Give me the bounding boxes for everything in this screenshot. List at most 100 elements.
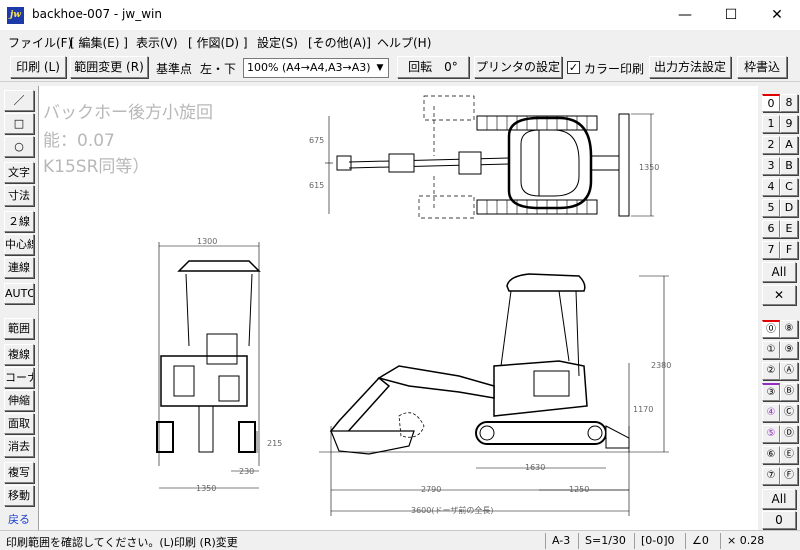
tool-copy[interactable]: 複写 <box>4 462 34 483</box>
status-angle[interactable]: ∠0 <box>692 534 709 547</box>
tool-move[interactable]: 移動 <box>4 485 34 506</box>
tool-double-line[interactable]: ２線 <box>4 211 34 232</box>
layer-group-e[interactable]: E <box>780 220 798 238</box>
menu-settings[interactable]: 設定(S) <box>257 34 298 51</box>
dim-1350-width: 1350 <box>196 484 216 493</box>
tool-center-line[interactable]: 中心線 <box>4 234 34 255</box>
layer-0[interactable]: ⓪ <box>762 320 780 338</box>
tool-dimension[interactable]: 寸法 <box>4 185 34 206</box>
base-point-label: 基準点 <box>156 62 193 76</box>
layer-group-9[interactable]: 9 <box>780 115 798 133</box>
menu-edit[interactable]: [ 編集(E) ] <box>70 34 128 51</box>
tool-offset[interactable]: 複線 <box>4 344 34 365</box>
layer-group-c[interactable]: C <box>780 178 798 196</box>
layer-2[interactable]: ② <box>762 362 780 380</box>
layer-group-4[interactable]: 4 <box>762 178 780 196</box>
menu-view[interactable]: 表示(V) <box>136 34 178 51</box>
status-message: 印刷範囲を確認してください。(L)印刷 (R)変更 <box>6 536 238 549</box>
layer-e[interactable]: Ⓔ <box>780 446 798 464</box>
layer-group-7[interactable]: 7 <box>762 241 780 259</box>
cad-drawing: 675 615 1350 1300 215 230 1350 2380 1170… <box>156 95 671 516</box>
dim-1350-side: 1350 <box>639 163 659 172</box>
chevron-down-icon[interactable]: ▼ <box>372 59 388 77</box>
dim-230: 230 <box>239 467 254 476</box>
layer-group-close-icon[interactable]: ✕ <box>762 285 796 305</box>
layer-b[interactable]: Ⓑ <box>780 383 798 401</box>
tool-chamfer[interactable]: 面取 <box>4 413 34 434</box>
menu-file[interactable]: ファイル(F) <box>8 34 72 51</box>
range-change-button[interactable]: 範囲変更 (R) <box>70 56 148 78</box>
layer-8[interactable]: ⑧ <box>780 320 798 338</box>
status-scale[interactable]: S=1/30 <box>585 534 626 547</box>
layer-zero-button[interactable]: 0 <box>762 511 796 529</box>
layer-d[interactable]: Ⓓ <box>780 425 798 443</box>
layer-f[interactable]: Ⓕ <box>780 467 798 485</box>
status-bar: 印刷範囲を確認してください。(L)印刷 (R)変更 A-3 S=1/30 [0-… <box>0 530 800 550</box>
status-divider <box>545 533 546 549</box>
layer-group-a[interactable]: A <box>780 136 798 154</box>
layer-group-5[interactable]: 5 <box>762 199 780 217</box>
layer-6[interactable]: ⑥ <box>762 446 780 464</box>
tool-rectangle[interactable]: □ <box>4 113 34 134</box>
minimize-button[interactable]: — <box>662 0 708 30</box>
status-paper[interactable]: A-3 <box>552 534 570 547</box>
tool-corner[interactable]: コーナー <box>4 367 34 388</box>
output-method-button[interactable]: 出力方法設定 <box>649 56 731 78</box>
frame-write-button[interactable]: 枠書込 <box>737 56 787 78</box>
drawing-canvas[interactable]: バックホー後方小旋回 能：0.07 K15SR同等） 675 615 1350 … <box>38 86 758 530</box>
layer-group-all-button[interactable]: All <box>762 262 796 282</box>
tool-stretch[interactable]: 伸縮 <box>4 390 34 411</box>
dim-215: 215 <box>267 439 282 448</box>
status-layer[interactable]: [0-0]0 <box>641 534 675 547</box>
side-view-excavator <box>319 273 669 516</box>
close-button[interactable]: ✕ <box>754 0 800 30</box>
color-print-label: カラー印刷 <box>584 62 645 76</box>
tool-connect-line[interactable]: 連線 <box>4 257 34 278</box>
layer-7[interactable]: ⑦ <box>762 467 780 485</box>
tool-line[interactable]: ／ <box>4 90 34 111</box>
tool-auto[interactable]: AUTO <box>4 283 34 304</box>
layer-group-1[interactable]: 1 <box>762 115 780 133</box>
layer-c[interactable]: Ⓒ <box>780 404 798 422</box>
menu-draw[interactable]: [ 作図(D) ] <box>188 34 248 51</box>
menu-bar: ファイル(F) [ 編集(E) ] 表示(V) [ 作図(D) ] 設定(S) … <box>0 30 800 52</box>
tool-undo[interactable]: 戻る <box>4 510 34 531</box>
top-view-excavator <box>325 95 654 219</box>
tool-circle[interactable]: ○ <box>4 136 34 157</box>
menu-help[interactable]: ヘルプ(H) <box>377 34 431 51</box>
layer-4[interactable]: ④ <box>762 404 780 422</box>
maximize-button[interactable]: ☐ <box>708 0 754 30</box>
dim-1630: 1630 <box>525 463 545 472</box>
printer-settings-button[interactable]: プリンタの設定 <box>474 56 562 78</box>
rotate-button[interactable]: 回転 0° <box>397 56 469 78</box>
layer-group-3[interactable]: 3 <box>762 157 780 175</box>
menu-other[interactable]: [その他(A)] <box>308 34 371 51</box>
layer-3[interactable]: ③ <box>762 383 780 401</box>
status-divider <box>578 533 579 549</box>
layer-5[interactable]: ⑤ <box>762 425 780 443</box>
scale-select[interactable]: 100% (A4→A4,A3→A3) ▼ <box>243 58 389 78</box>
dim-2380: 2380 <box>651 361 671 370</box>
tool-range[interactable]: 範囲 <box>4 318 34 339</box>
tool-erase[interactable]: 消去 <box>4 436 34 457</box>
print-button[interactable]: 印刷 (L) <box>10 56 66 78</box>
layer-group-2[interactable]: 2 <box>762 136 780 154</box>
layer-group-6[interactable]: 6 <box>762 220 780 238</box>
layer-a[interactable]: Ⓐ <box>780 362 798 380</box>
layer-all-button[interactable]: All <box>762 489 796 509</box>
color-print-checkbox[interactable]: ✓ <box>567 61 580 74</box>
status-divider <box>634 533 635 549</box>
base-point-value[interactable]: 左・下 <box>200 60 236 77</box>
layer-group-f[interactable]: F <box>780 241 798 259</box>
layer-group-d[interactable]: D <box>780 199 798 217</box>
layer-group-8[interactable]: 8 <box>780 94 798 112</box>
scale-select-value: 100% (A4→A4,A3→A3) <box>247 61 371 74</box>
layer-group-0[interactable]: 0 <box>762 94 780 112</box>
layer-9[interactable]: ⑨ <box>780 341 798 359</box>
dim-1170: 1170 <box>633 405 653 414</box>
tool-text[interactable]: 文字 <box>4 162 34 183</box>
dim-615: 615 <box>309 181 324 190</box>
layer-group-b[interactable]: B <box>780 157 798 175</box>
layer-1[interactable]: ① <box>762 341 780 359</box>
status-zoom[interactable]: × 0.28 <box>727 534 764 547</box>
